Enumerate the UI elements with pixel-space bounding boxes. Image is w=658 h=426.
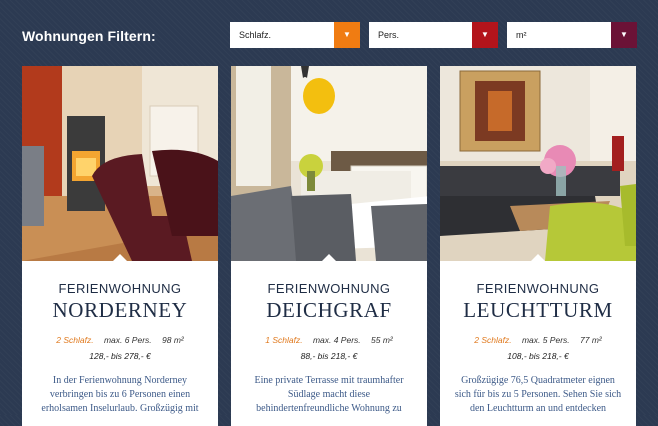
apartment-meta: 2 Schlafz. max. 6 Pers. 98 m² xyxy=(22,335,218,345)
price-range: 128,- bis 278,- € xyxy=(89,351,151,361)
apartment-description: In der Ferienwohnung Norderney verbringe… xyxy=(41,375,199,414)
apartment-photo-deichgraf[interactable] xyxy=(231,66,427,261)
bedrooms-count: 1 Schlafz. xyxy=(265,335,303,345)
apartment-card-norderney[interactable]: FERIENWOHNUNG NORDERNEY 2 Schlafz. max. … xyxy=(22,66,218,426)
apartment-meta: 2 Schlafz. max. 5 Pers. 77 m² xyxy=(440,335,636,345)
apartment-card-leuchtturm[interactable]: FERIENWOHNUNG LEUCHTTURM 2 Schlafz. max.… xyxy=(440,66,636,426)
apartment-meta: 1 Schlafz. max. 4 Pers. 55 m² xyxy=(231,335,427,345)
bedrooms-count: 2 Schlafz. xyxy=(474,335,512,345)
apartment-subtitle: FERIENWOHNUNG xyxy=(267,281,391,296)
apartment-name[interactable]: LEUCHTTURM xyxy=(440,298,636,323)
persons-select-arrow[interactable]: ▼ xyxy=(472,22,498,48)
apartment-subtitle: FERIENWOHNUNG xyxy=(476,281,600,296)
area-size: 98 m² xyxy=(162,335,184,345)
persons-select-value: Pers. xyxy=(378,30,400,40)
area-select-arrow[interactable]: ▼ xyxy=(611,22,637,48)
apartment-description: Eine private Terrasse mit traumhafter Sü… xyxy=(254,375,404,414)
price-range: 108,- bis 218,- € xyxy=(507,351,569,361)
apartment-name[interactable]: DEICHGRAF xyxy=(231,298,427,323)
bedrooms-select[interactable]: Schlafz. ▼ xyxy=(230,22,360,48)
area-size: 77 m² xyxy=(580,335,602,345)
persons-count: max. 5 Pers. xyxy=(521,335,570,345)
area-size: 55 m² xyxy=(371,335,393,345)
card-notch xyxy=(112,254,128,262)
area-select[interactable]: m² ▼ xyxy=(507,22,637,48)
card-notch xyxy=(321,254,337,262)
chevron-down-icon: ▼ xyxy=(620,30,628,39)
apartment-photo-leuchtturm[interactable] xyxy=(440,66,636,261)
persons-count: max. 6 Pers. xyxy=(103,335,152,345)
bedrooms-select-value: Schlafz. xyxy=(239,30,272,40)
persons-count: max. 4 Pers. xyxy=(312,335,361,345)
bedrooms-count: 2 Schlafz. xyxy=(56,335,94,345)
price-range: 88,- bis 218,- € xyxy=(300,351,358,361)
persons-select[interactable]: Pers. ▼ xyxy=(369,22,498,48)
card-notch xyxy=(530,254,546,262)
apartment-subtitle: FERIENWOHNUNG xyxy=(58,281,182,296)
chevron-down-icon: ▼ xyxy=(343,30,351,39)
apartment-name[interactable]: NORDERNEY xyxy=(22,298,218,323)
apartment-description: Großzügige 76,5 Quadratmeter eignen sich… xyxy=(454,375,622,414)
filter-title: Wohnungen Filtern: xyxy=(22,28,156,44)
bedrooms-select-arrow[interactable]: ▼ xyxy=(334,22,360,48)
chevron-down-icon: ▼ xyxy=(481,30,489,39)
apartment-card-deichgraf[interactable]: FERIENWOHNUNG DEICHGRAF 1 Schlafz. max. … xyxy=(231,66,427,426)
apartment-photo-norderney[interactable] xyxy=(22,66,218,261)
area-select-value: m² xyxy=(516,30,527,40)
